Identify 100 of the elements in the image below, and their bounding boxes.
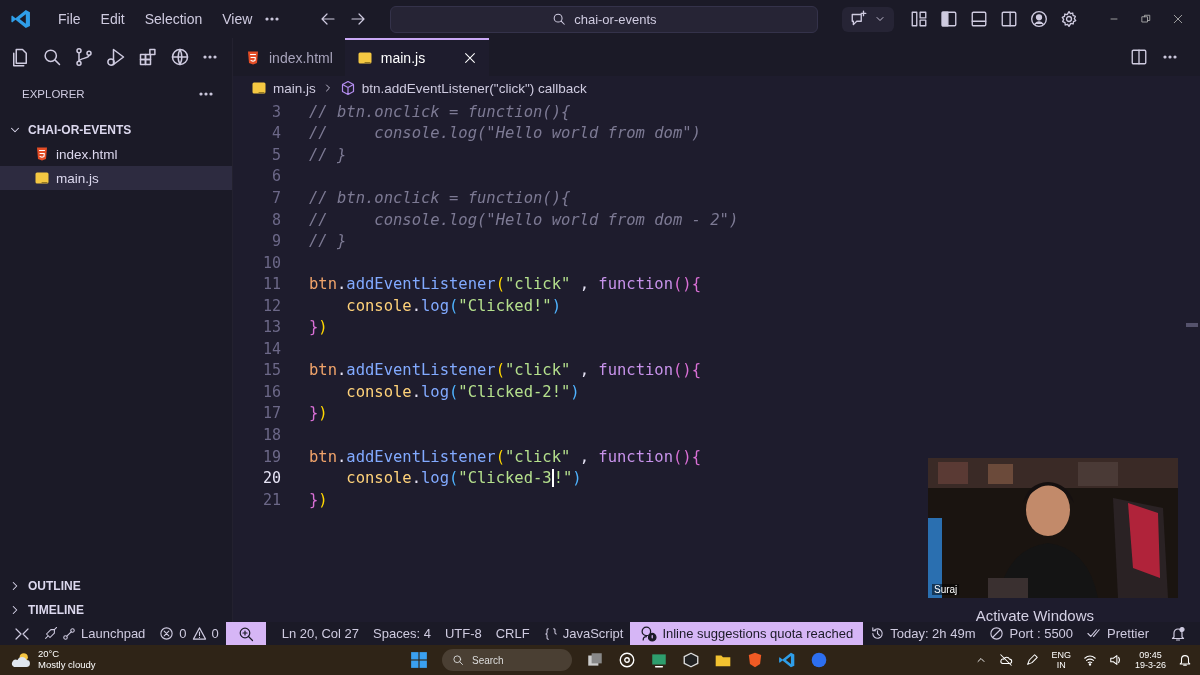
menu-item[interactable]: File (50, 7, 89, 31)
line-number: 19 (261, 447, 281, 466)
weather-desc: Mostly cloudy (38, 660, 96, 671)
monitor-app-icon[interactable] (650, 651, 668, 669)
js-file-icon (34, 170, 50, 186)
account-icon[interactable] (1030, 10, 1048, 28)
wifi-icon[interactable] (1082, 653, 1097, 667)
editor-tab[interactable]: main.js (344, 38, 490, 76)
live-server-button[interactable]: Port : 5500 (982, 622, 1081, 645)
breadcrumb-item[interactable]: btn.addEventListener("click") callback (361, 80, 587, 96)
windows-start-icon[interactable] (410, 651, 428, 669)
html-file-icon (245, 50, 261, 66)
run-debug-icon[interactable] (106, 47, 126, 67)
circle-app-icon[interactable] (618, 651, 636, 669)
html-file-icon (34, 146, 50, 162)
input-language[interactable]: ENG IN (1051, 649, 1071, 671)
line-number: 9 (270, 232, 281, 251)
layout-icon[interactable] (910, 10, 928, 28)
language-button[interactable]: JavaScript (536, 622, 631, 645)
cloud-off-icon[interactable] (999, 653, 1014, 667)
section-header[interactable]: OUTLINE (0, 574, 232, 598)
secondary-sidebar-icon[interactable] (1000, 10, 1018, 28)
vscode-app-icon[interactable] (778, 651, 796, 669)
clock[interactable]: 09:45 19-3-26 (1134, 649, 1166, 671)
back-arrow-icon[interactable] (320, 11, 337, 27)
search-icon (552, 12, 567, 26)
breadcrumb-item[interactable]: main.js (273, 80, 316, 96)
line-number: 4 (270, 124, 281, 143)
launchpad-button[interactable]: Launchpad (36, 622, 153, 645)
zoom-in-icon (237, 625, 254, 642)
warning-icon (191, 626, 207, 641)
panel-title: EXPLORER (22, 88, 85, 100)
settings-icon[interactable] (1060, 10, 1078, 28)
prettier-button[interactable]: Prettier (1080, 622, 1156, 645)
bell-icon[interactable] (1178, 653, 1192, 667)
search-icon[interactable] (42, 47, 62, 67)
line-number: 14 (261, 339, 281, 358)
link-icon (62, 626, 76, 641)
line-number: 11 (261, 275, 281, 294)
folder-item[interactable]: CHAI-OR-EVENTS (0, 118, 232, 142)
error-icon (159, 626, 175, 641)
line-number: 8 (270, 210, 281, 229)
chat-button[interactable] (842, 6, 895, 32)
close-icon[interactable] (463, 51, 478, 65)
close-icon[interactable] (1172, 13, 1184, 25)
problems-button[interactable]: 0 0 (152, 622, 226, 645)
line-number: 18 (261, 425, 281, 444)
status-item[interactable]: CRLF (488, 622, 537, 645)
forward-arrow-icon[interactable] (350, 11, 367, 27)
js-file-icon (251, 80, 267, 96)
line-number: 17 (261, 404, 281, 423)
copilot-warning-icon (640, 625, 658, 642)
volume-icon[interactable] (1108, 653, 1123, 667)
menu-item[interactable]: Edit (92, 7, 133, 31)
explorer-icon[interactable] (10, 47, 30, 67)
pen-icon[interactable] (1025, 653, 1040, 667)
chat-sparkle-icon (850, 10, 869, 28)
remote-explorer-icon[interactable] (170, 47, 190, 67)
menu-item[interactable]: View (214, 7, 261, 31)
copilot-status-button[interactable]: Inline suggestions quota reached (630, 622, 864, 645)
line-number: 6 (270, 167, 281, 186)
restore-icon[interactable] (1140, 13, 1152, 25)
zoom-button[interactable] (225, 622, 266, 645)
command-center-search[interactable]: chai-or-events (390, 5, 819, 33)
code-line: }) (309, 404, 328, 423)
code-line: console.log("Clicked-2!") (345, 382, 580, 401)
section-header[interactable]: TIMELINE (0, 598, 232, 622)
shield-app-icon[interactable] (746, 651, 764, 669)
blocked-icon (989, 626, 1005, 641)
weather-temp: 20°C (38, 649, 61, 660)
task-view-icon[interactable] (586, 651, 604, 669)
round-app-icon[interactable] (810, 651, 828, 669)
sidebar-toggle-icon[interactable] (940, 10, 958, 28)
bell-icon (1170, 625, 1186, 642)
status-item[interactable]: UTF-8 (437, 622, 489, 645)
split-editor-icon[interactable] (1130, 48, 1148, 66)
line-number: 15 (261, 361, 281, 380)
line-number: 13 (261, 318, 281, 337)
participant-name: Suraj (932, 584, 960, 595)
explorer-file[interactable]: index.html (0, 142, 232, 166)
taskbar-search[interactable]: Search (442, 649, 572, 671)
code-line: // btn.onclick = function(){ (309, 102, 571, 121)
history-icon (870, 626, 886, 641)
code-line: // } (309, 145, 347, 164)
cube-app-icon[interactable] (682, 651, 700, 669)
explorer-file[interactable]: main.js (0, 166, 232, 190)
status-item[interactable]: Ln 20, Col 27 (274, 622, 367, 645)
search-icon (452, 654, 464, 666)
panel-toggle-icon[interactable] (970, 10, 988, 28)
time-tracker-button[interactable]: Today: 2h 49m (863, 622, 983, 645)
line-number: 21 (261, 490, 281, 509)
menu-item[interactable]: Selection (136, 7, 211, 31)
js-file-icon (356, 50, 373, 66)
line-number: 16 (261, 382, 281, 401)
source-control-icon[interactable] (74, 47, 94, 67)
symbol-method-icon (339, 80, 356, 96)
extensions-icon[interactable] (138, 47, 158, 67)
activation-watermark: Activate Windows (975, 607, 1094, 624)
search-text: chai-or-events (574, 11, 657, 27)
status-item[interactable]: Spaces: 4 (366, 622, 438, 645)
